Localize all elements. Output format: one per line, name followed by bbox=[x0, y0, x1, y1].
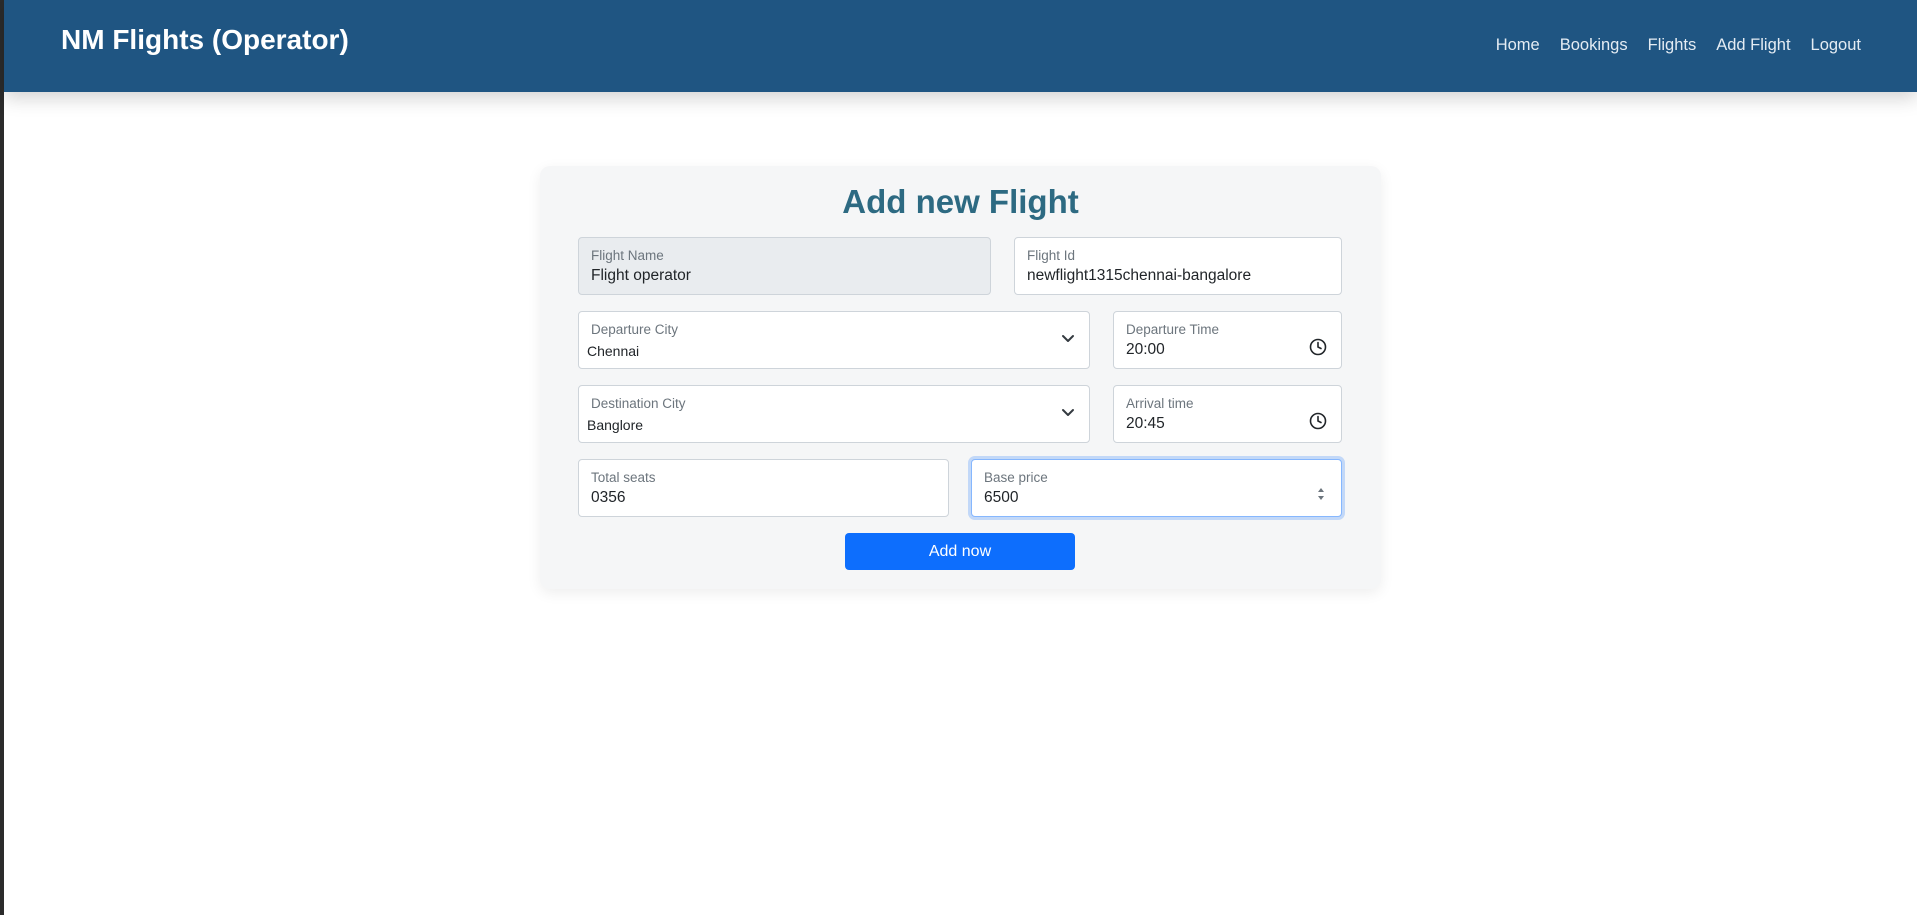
total-seats-value[interactable]: 0356 bbox=[591, 489, 625, 507]
flight-name-value: Flight operator bbox=[591, 267, 691, 284]
base-price-value[interactable]: 6500 bbox=[984, 489, 1018, 507]
nav-link-home[interactable]: Home bbox=[1496, 36, 1540, 55]
departure-city-label: Departure City bbox=[591, 322, 679, 337]
nav-links: Home Bookings Flights Add Flight Logout bbox=[1476, 36, 1861, 55]
arrival-time-value[interactable]: 20:45 bbox=[1126, 415, 1165, 433]
departure-time-value[interactable]: 20:00 bbox=[1126, 341, 1165, 359]
nav-link-flights[interactable]: Flights bbox=[1648, 36, 1697, 55]
clock-icon[interactable] bbox=[1309, 412, 1327, 430]
chevron-down-icon[interactable] bbox=[1061, 334, 1075, 344]
base-price-input[interactable]: Base price 6500 bbox=[971, 459, 1342, 517]
departure-city-select[interactable]: Departure City Chennai bbox=[578, 311, 1090, 369]
brand-title[interactable]: NM Flights (Operator) bbox=[61, 24, 349, 56]
total-seats-input[interactable]: Total seats 0356 bbox=[578, 459, 949, 517]
base-price-label: Base price bbox=[984, 470, 1048, 485]
departure-time-label: Departure Time bbox=[1126, 322, 1220, 337]
destination-city-label: Destination City bbox=[591, 396, 686, 411]
number-spinner-icon[interactable] bbox=[1317, 486, 1325, 502]
departure-time-input[interactable]: Departure Time 20:00 bbox=[1113, 311, 1342, 369]
window-frame bbox=[0, 0, 4, 915]
nav-link-bookings[interactable]: Bookings bbox=[1560, 36, 1628, 55]
chevron-down-icon[interactable] bbox=[1061, 408, 1075, 418]
destination-city-value[interactable]: Banglore bbox=[587, 417, 643, 433]
arrival-time-label: Arrival time bbox=[1126, 396, 1194, 411]
form-title: Add new Flight bbox=[842, 183, 1079, 220]
nav-link-add-flight[interactable]: Add Flight bbox=[1716, 36, 1790, 55]
departure-city-value[interactable]: Chennai bbox=[587, 343, 639, 359]
add-flight-card bbox=[540, 166, 1381, 589]
flight-id-value[interactable]: newflight1315chennai-bangalore bbox=[1027, 267, 1251, 285]
nav-link-logout[interactable]: Logout bbox=[1811, 36, 1861, 55]
flight-id-field[interactable]: Flight Id newflight1315chennai-bangalore bbox=[1014, 237, 1342, 295]
total-seats-label: Total seats bbox=[591, 470, 656, 485]
flight-id-label: Flight Id bbox=[1027, 248, 1076, 263]
top-navbar: NM Flights (Operator) Home Bookings Flig… bbox=[4, 0, 1917, 92]
destination-city-select[interactable]: Destination City Banglore bbox=[578, 385, 1090, 443]
add-now-button[interactable]: Add now bbox=[845, 533, 1075, 570]
arrival-time-input[interactable]: Arrival time 20:45 bbox=[1113, 385, 1342, 443]
flight-name-field: Flight Name Flight operator bbox=[578, 237, 991, 295]
flight-name-label: Flight Name bbox=[591, 248, 664, 263]
clock-icon[interactable] bbox=[1309, 338, 1327, 356]
app-window: NM Flights (Operator) Home Bookings Flig… bbox=[0, 0, 1917, 915]
